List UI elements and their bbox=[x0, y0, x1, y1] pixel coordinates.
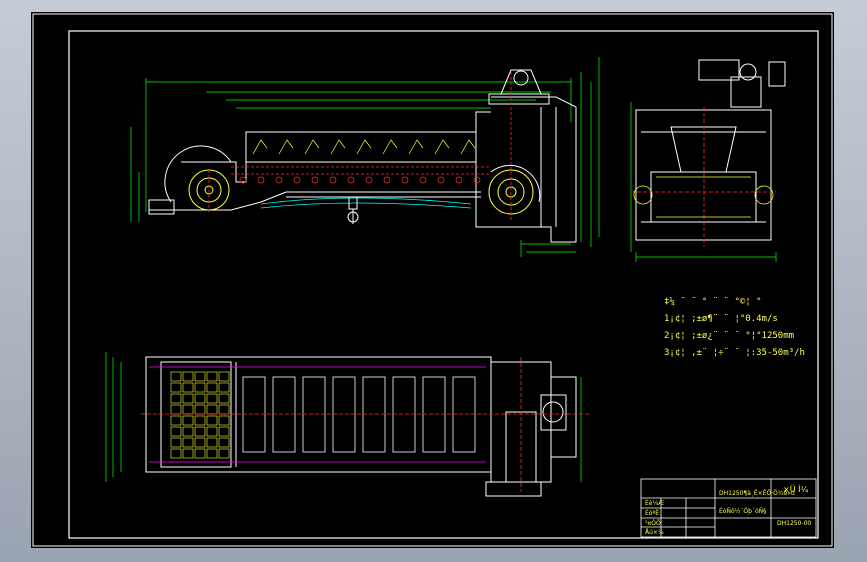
plan-flight bbox=[452, 376, 476, 453]
chain-roller bbox=[257, 176, 265, 184]
screen-cell bbox=[206, 415, 218, 426]
chain-roller bbox=[419, 176, 427, 184]
checker-label: ÉóºË bbox=[645, 510, 660, 517]
designer-label: Éè¼Æ bbox=[645, 500, 665, 507]
conveyor-tooth bbox=[252, 139, 268, 155]
screen-cell bbox=[206, 382, 218, 393]
screen-cell bbox=[194, 415, 206, 426]
plan-flight bbox=[422, 376, 446, 453]
chain-roller bbox=[437, 176, 445, 184]
screen-cell bbox=[218, 426, 230, 437]
approver-label: Åú×¼ bbox=[645, 529, 664, 536]
chain-roller bbox=[383, 176, 391, 184]
chain-roller bbox=[275, 176, 283, 184]
conveyor-tooth bbox=[330, 139, 346, 155]
tech-note-1: 1¡¢¦ ;±ø¶¨ ¨ ¦°0.4m/s bbox=[664, 314, 778, 324]
conveyor-tooth bbox=[408, 139, 424, 155]
chain-roller bbox=[347, 176, 355, 184]
screen-cell bbox=[170, 382, 182, 393]
drawing-number: DH1250-00 bbox=[777, 520, 812, 527]
screen-cell bbox=[206, 393, 218, 404]
chain-roller bbox=[311, 176, 319, 184]
chain-roller bbox=[473, 176, 481, 184]
drawing-canvas bbox=[32, 13, 833, 547]
conveyor-tooth bbox=[382, 139, 398, 155]
screen-cell bbox=[206, 371, 218, 382]
screen-cell bbox=[218, 448, 230, 459]
screen-cell bbox=[170, 415, 182, 426]
plan-flight bbox=[362, 376, 386, 453]
screen-cell bbox=[194, 393, 206, 404]
screen-cell bbox=[170, 404, 182, 415]
screen-cell bbox=[170, 426, 182, 437]
screen-cell bbox=[218, 415, 230, 426]
chain-roller bbox=[401, 176, 409, 184]
screen-cell bbox=[170, 371, 182, 382]
cad-viewer: ‡¼ ¨ ¨ ° ¨ ¨ °©¦ ° 1¡¢¦ ;±ø¶¨ ¨ ¦°0.4m/s… bbox=[0, 0, 867, 562]
side-elevation-view bbox=[630, 59, 786, 262]
screen-cell bbox=[182, 393, 194, 404]
plan-flight bbox=[302, 376, 326, 453]
chain-roller bbox=[365, 176, 373, 184]
conveyor-tooth bbox=[278, 139, 294, 155]
screen-cell bbox=[218, 404, 230, 415]
screen-cell bbox=[218, 437, 230, 448]
screen-cell bbox=[170, 448, 182, 459]
plan-flight bbox=[332, 376, 356, 453]
screen-cell bbox=[170, 437, 182, 448]
screen-cell bbox=[182, 382, 194, 393]
plan-flight bbox=[392, 376, 416, 453]
tech-note-2: 2¡¢¦ ;±ø¿¨ ¨ ¨ °¦°1250mm bbox=[664, 331, 795, 341]
plan-view bbox=[105, 352, 591, 497]
screen-cell bbox=[206, 404, 218, 415]
conveyor-tooth bbox=[434, 139, 450, 155]
front-elevation-view bbox=[130, 57, 600, 257]
chain-roller bbox=[329, 176, 337, 184]
screen-cell bbox=[194, 382, 206, 393]
screen-cell bbox=[206, 448, 218, 459]
conveyor-tooth bbox=[460, 139, 476, 155]
screen-cell bbox=[182, 371, 194, 382]
tech-note-3: 3¡¢¦ ,±¨ ¦÷¨ ¨ ¦:35-50m³/h bbox=[664, 348, 805, 358]
conveyor-tooth bbox=[356, 139, 372, 155]
chain-roller bbox=[293, 176, 301, 184]
screen-cell bbox=[194, 437, 206, 448]
tech-notes-title: ‡¼ ¨ ¨ ° ¨ ¨ °©¦ ° bbox=[664, 297, 762, 307]
sheet-type: ×Ü Í¼ bbox=[783, 485, 809, 494]
plan-flight bbox=[272, 376, 296, 453]
screen-cell bbox=[194, 426, 206, 437]
screen-cell bbox=[194, 404, 206, 415]
screen-cell bbox=[218, 393, 230, 404]
screen-cell bbox=[170, 393, 182, 404]
screen-cell bbox=[194, 448, 206, 459]
screen-cell bbox=[182, 437, 194, 448]
screen-cell bbox=[182, 404, 194, 415]
outer-frame bbox=[32, 13, 833, 547]
screen-cell bbox=[218, 371, 230, 382]
screen-cell bbox=[182, 448, 194, 459]
school-name: ÉòÑô½¨Öþ´óÑ§ bbox=[719, 508, 767, 515]
process-label: ¹¤ÒÕ bbox=[645, 520, 661, 527]
drawing-sheet: ‡¼ ¨ ¨ ° ¨ ¨ °©¦ ° 1¡¢¦ ;±ø¶¨ ¨ ¦°0.4m/s… bbox=[31, 12, 834, 548]
screen-cell bbox=[218, 382, 230, 393]
screen-cell bbox=[194, 371, 206, 382]
screen-cell bbox=[182, 415, 194, 426]
screen-cell bbox=[206, 426, 218, 437]
chain-roller bbox=[455, 176, 463, 184]
plan-flight bbox=[242, 376, 266, 453]
screen-cell bbox=[206, 437, 218, 448]
screen-cell bbox=[182, 426, 194, 437]
conveyor-tooth bbox=[304, 139, 320, 155]
